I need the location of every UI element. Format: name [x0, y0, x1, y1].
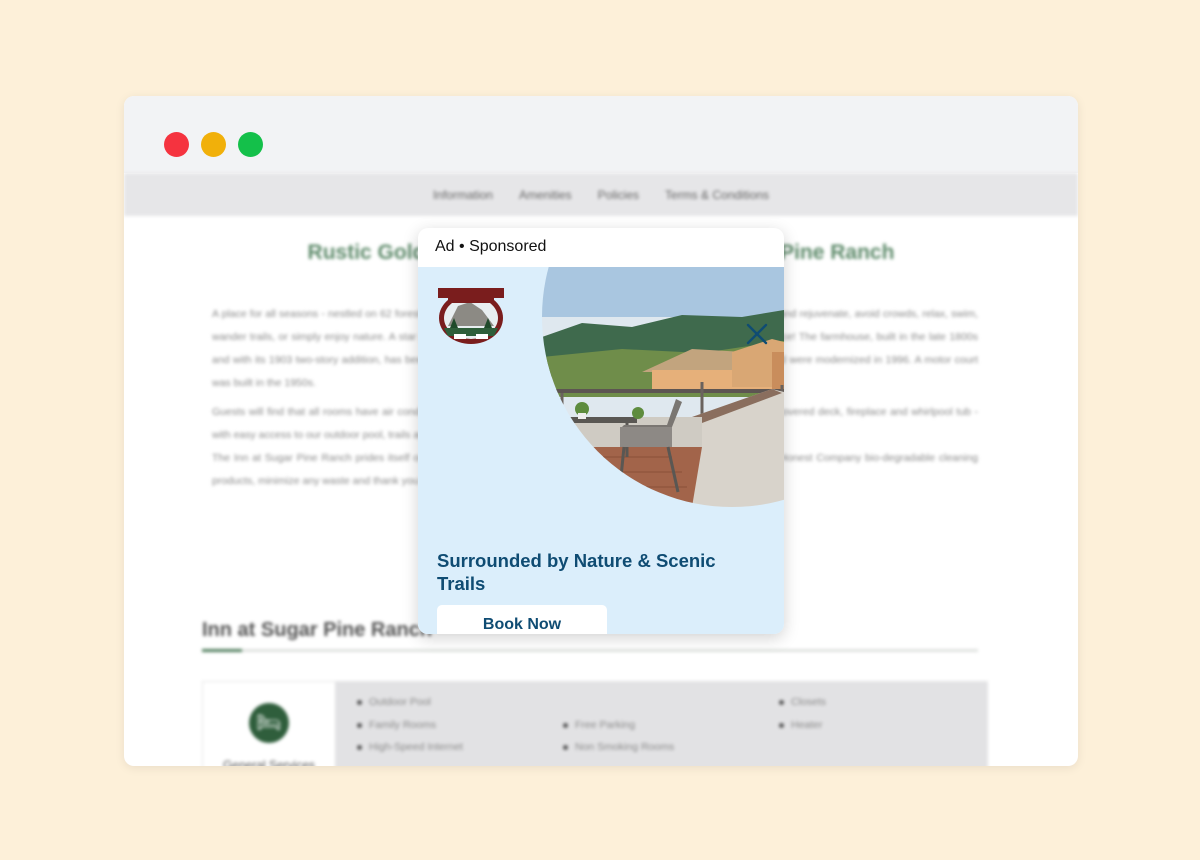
bed-icon: 🛏: [249, 703, 289, 743]
ad-headline: Surrounded by Nature & Scenic Trails: [437, 550, 716, 594]
heading-divider: [202, 649, 978, 652]
nav-link-policies[interactable]: Policies: [598, 188, 639, 202]
services-label: General Services: [222, 758, 316, 766]
close-icon[interactable]: [744, 321, 770, 347]
service-item: Outdoor Pool: [357, 696, 431, 708]
service-item: Non Smoking Rooms: [563, 741, 674, 753]
services-panel: 🛏 General Services Outdoor Pool Closets …: [202, 681, 988, 766]
service-item: Free Parking: [563, 719, 635, 731]
book-now-button[interactable]: Book Now: [437, 605, 607, 634]
ad-sponsored-label: Ad • Sponsored: [435, 238, 547, 255]
section-heading: Inn at Sugar Pine Ranch: [202, 619, 433, 641]
hotel-balcony-image: [542, 267, 784, 507]
service-item: High-Speed Internet: [357, 741, 463, 753]
ad-body[interactable]: Surrounded by Nature & Scenic Trails Boo…: [418, 267, 784, 634]
services-card: 🛏 General Services: [203, 682, 335, 766]
service-item: Heater: [779, 719, 823, 731]
site-navbar: Information Amenities Policies Terms & C…: [124, 173, 1078, 216]
sponsored-ad-popup[interactable]: Ad • Sponsored Surrounded by Nature & Sc…: [418, 228, 784, 634]
maximize-window-button[interactable]: [238, 132, 263, 157]
service-item: Closets: [779, 696, 826, 708]
hotel-logo: [438, 288, 504, 344]
window-titlebar: [124, 96, 1078, 173]
nav-link-information[interactable]: Information: [433, 188, 493, 202]
nav-link-amenities[interactable]: Amenities: [519, 188, 572, 202]
close-window-button[interactable]: [164, 132, 189, 157]
minimize-window-button[interactable]: [201, 132, 226, 157]
service-item: Family Rooms: [357, 719, 436, 731]
nav-link-terms[interactable]: Terms & Conditions: [665, 188, 769, 202]
